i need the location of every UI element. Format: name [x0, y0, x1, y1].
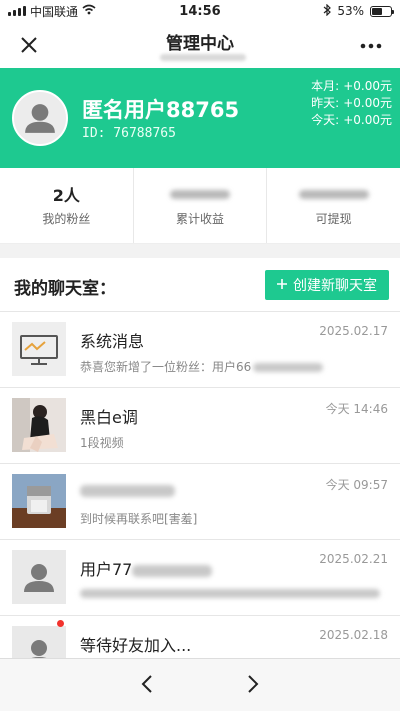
earnings-row: 本月: +0.00元 — [311, 79, 392, 93]
chat-name: 等待好友加入... — [80, 636, 192, 655]
monitor-icon — [12, 322, 66, 376]
chat-time: 2025.02.17 — [319, 324, 388, 338]
chat-time: 2025.02.21 — [319, 552, 388, 566]
chat-time: 今天 14:46 — [325, 402, 388, 416]
page-title: 管理中心 — [166, 33, 234, 54]
chat-preview: 到时候再联系吧[害羞] — [80, 512, 198, 526]
chat-avatar-photo — [12, 398, 66, 452]
chat-name: 系统消息 — [80, 332, 145, 351]
chat-name: 黑白e调 — [80, 408, 138, 427]
nav-bar: 管理中心 — [0, 22, 400, 68]
more-icon[interactable] — [360, 30, 382, 54]
fans-count: 2人 — [52, 186, 80, 205]
income-value-blurred — [170, 189, 230, 199]
chevron-right-icon[interactable] — [238, 669, 268, 699]
bluetooth-icon — [323, 3, 332, 19]
status-bar: 中国联通 14:56 53% — [0, 0, 400, 22]
stat-fans[interactable]: 2人 我的粉丝 — [0, 168, 134, 243]
chat-preview: 1段视频 — [80, 436, 124, 450]
chat-preview: 恭喜您新增了一位粉丝：用户66 — [80, 358, 324, 375]
list-item[interactable]: 用户77 2025.02.21 — [0, 540, 400, 616]
chat-time: 2025.02.18 — [319, 628, 388, 642]
close-icon[interactable] — [16, 32, 42, 58]
chat-name — [80, 480, 175, 499]
chat-list: 系统消息 恭喜您新增了一位粉丝：用户66 2025.02.17 黑白e调 1段视… — [0, 312, 400, 692]
unread-dot — [57, 620, 64, 627]
earnings-row: 今天: +0.00元 — [311, 113, 392, 127]
income-label: 累计收益 — [176, 212, 225, 226]
chat-section-header: 我的聊天室： 创建新聊天室 — [0, 258, 400, 312]
avatar[interactable] — [12, 90, 68, 146]
chevron-left-icon[interactable] — [132, 669, 162, 699]
carrier-label: 中国联通 — [30, 4, 79, 19]
profile-header: 匿名用户88765 ID: 76788765 本月: +0.00元 昨天: +0.0… — [0, 68, 400, 168]
create-chatroom-button[interactable]: 创建新聊天室 — [265, 270, 389, 300]
list-item[interactable]: 系统消息 恭喜您新增了一位粉丝：用户66 2025.02.17 — [0, 312, 400, 388]
signal-icon — [8, 6, 26, 16]
avatar — [12, 550, 66, 604]
fans-label: 我的粉丝 — [42, 212, 91, 226]
blurred-url — [160, 54, 246, 61]
list-item[interactable]: 到时候再联系吧[害羞] 今天 09:57 — [0, 464, 400, 540]
stats-bar: 2人 我的粉丝 累计收益 可提现 — [0, 168, 400, 244]
battery-icon — [370, 5, 394, 17]
user-id: ID: 76788765 — [82, 126, 176, 141]
wifi-icon — [82, 4, 96, 18]
create-chatroom-label: 创建新聊天室 — [293, 278, 377, 294]
earnings-row: 昨天: +0.00元 — [311, 96, 392, 110]
stat-income[interactable]: 累计收益 — [134, 168, 268, 243]
section-divider — [0, 244, 400, 258]
earnings-summary: 本月: +0.00元 昨天: +0.00元 今天: +0.00元 — [311, 78, 392, 129]
chat-section-title: 我的聊天室： — [14, 279, 116, 299]
chat-name: 用户77 — [80, 556, 213, 580]
user-name: 匿名用户88765 — [82, 98, 240, 122]
plus-icon — [277, 277, 287, 293]
chat-preview — [80, 586, 380, 600]
browser-bottom-bar — [0, 658, 400, 711]
list-item[interactable]: 黑白e调 1段视频 今天 14:46 — [0, 388, 400, 464]
chat-time: 今天 09:57 — [325, 478, 388, 492]
withdraw-value-blurred — [298, 189, 369, 199]
battery-percent: 53% — [337, 4, 364, 18]
withdraw-label: 可提现 — [315, 212, 352, 226]
chat-avatar-photo — [12, 474, 66, 528]
stat-withdraw[interactable]: 可提现 — [267, 168, 400, 243]
